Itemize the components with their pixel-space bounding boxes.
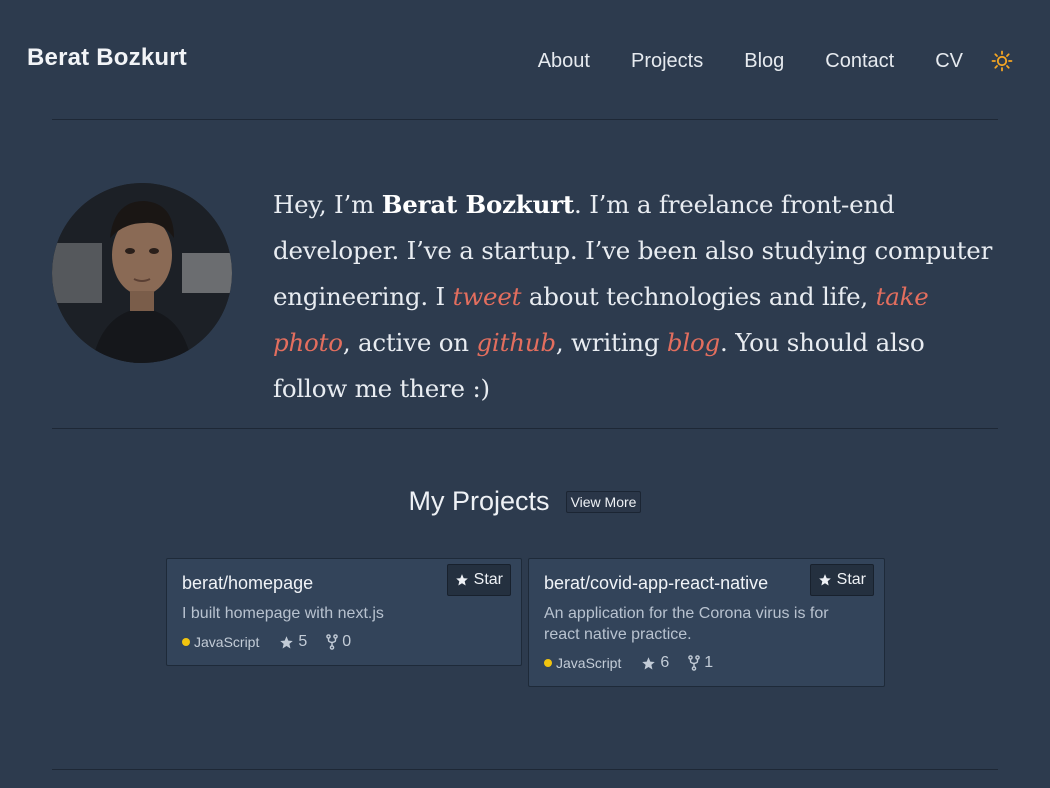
sun-icon[interactable] (991, 50, 1013, 72)
repo-forks: 0 (326, 633, 351, 651)
header-divider (52, 119, 998, 120)
projects-divider (52, 769, 998, 770)
projects-header: My Projects View More (0, 486, 1050, 517)
blog-link[interactable]: blog (667, 328, 720, 357)
star-icon (455, 574, 468, 586)
intro-name: Berat Bozkurt (381, 190, 575, 219)
star-icon (642, 656, 656, 669)
project-card[interactable]: berat/covid-app-react-native Star An app… (528, 558, 885, 687)
star-label: Star (836, 571, 866, 588)
language-dot-icon (182, 638, 190, 646)
intro-paragraph: Hey, I’m Berat Bozkurt. I’m a freelance … (273, 182, 1003, 412)
repo-description: An application for the Corona virus is f… (544, 605, 829, 643)
language-dot-icon (544, 659, 552, 667)
star-count: 6 (660, 654, 670, 671)
intro-divider (52, 428, 998, 429)
nav-about[interactable]: About (538, 50, 590, 73)
star-label: Star (473, 571, 503, 588)
repo-name[interactable]: berat/covid-app-react-native (544, 573, 768, 594)
star-button[interactable]: Star (446, 564, 511, 596)
intro-text: , writing (555, 328, 667, 357)
repo-stars: 6 (641, 654, 669, 672)
nav-contact[interactable]: Contact (825, 50, 894, 73)
intro-text: Hey, I’m (273, 190, 382, 219)
repo-stars: 5 (279, 633, 307, 651)
site-brand[interactable]: Berat Bozkurt (27, 44, 187, 72)
star-icon (280, 635, 294, 648)
repo-name[interactable]: berat/homepage (182, 573, 313, 594)
fork-count: 1 (704, 654, 714, 671)
project-card[interactable]: berat/homepage Star I built homepage wit… (166, 558, 522, 666)
nav-cv[interactable]: CV (935, 50, 963, 73)
repo-language: JavaScript (194, 634, 260, 650)
tweet-link[interactable]: tweet (453, 282, 522, 311)
top-navigation: Berat Bozkurt About Projects Blog Contac… (0, 0, 1050, 118)
fork-icon (326, 634, 339, 650)
star-icon (818, 574, 831, 586)
view-more-button[interactable]: View More (565, 490, 642, 513)
fork-icon (688, 655, 701, 671)
intro-text: about technologies and life, (521, 282, 876, 311)
main-nav: About Projects Blog Contact CV (538, 47, 1050, 75)
nav-projects[interactable]: Projects (631, 50, 703, 73)
repo-meta: JavaScript 6 1 (544, 654, 732, 672)
repo-meta: JavaScript 5 0 (182, 633, 370, 651)
fork-count: 0 (342, 633, 352, 650)
repo-language: JavaScript (556, 655, 622, 671)
intro-text: , active on (342, 328, 477, 357)
repo-forks: 1 (688, 654, 713, 672)
star-button[interactable]: Star (809, 564, 874, 596)
github-link[interactable]: github (476, 328, 556, 357)
repo-description: I built homepage with next.js (182, 605, 384, 622)
star-count: 5 (298, 633, 308, 650)
avatar (52, 183, 232, 363)
nav-blog[interactable]: Blog (744, 50, 784, 73)
projects-title: My Projects (408, 486, 550, 516)
